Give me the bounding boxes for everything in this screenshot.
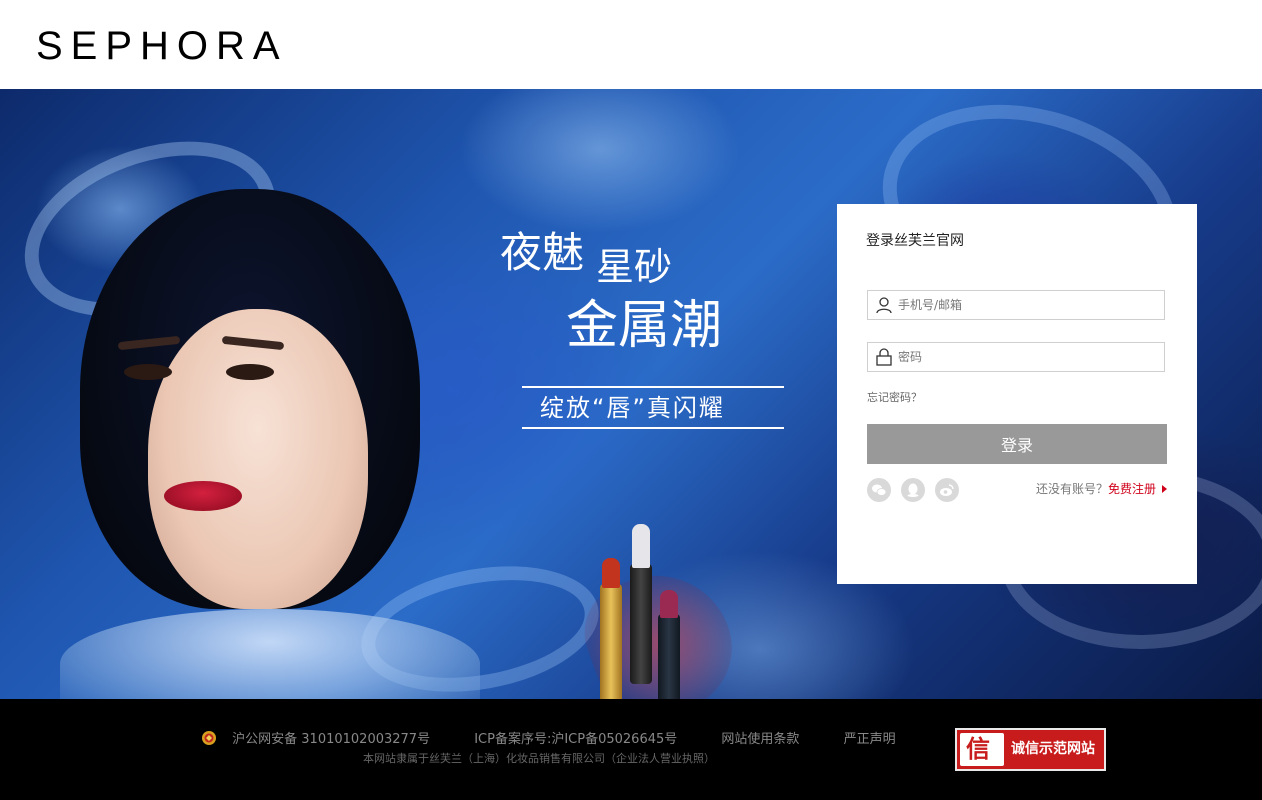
trust-mark-glyph: 信 [966,735,990,763]
sephora-logo[interactable]: SEPHORA [36,24,288,68]
login-button[interactable]: 登录 [867,424,1167,464]
wechat-login-button[interactable] [867,478,891,502]
police-badge-icon [202,731,216,745]
weibo-icon [940,484,954,496]
weibo-login-button[interactable] [935,478,959,502]
register-prompt: 还没有账号？免费注册 [1036,481,1167,497]
lipstick-navy [658,590,680,699]
no-account-text: 还没有账号？ [1035,482,1108,496]
forgot-password-link[interactable]: 忘记密码？ [867,391,922,405]
icp-record-link[interactable]: ICP备案序号:沪ICP备05026645号 [474,731,677,749]
trust-badge-label: 诚信示范网站 [1011,741,1095,757]
site-header: SEPHORA [0,0,1262,89]
model-eye [226,364,274,380]
lock-icon [876,348,892,366]
wechat-icon [872,484,887,496]
login-title: 登录丝芙兰官网 [866,233,964,249]
trust-website-badge[interactable]: 信 诚信示范网站 [955,728,1106,771]
phone-email-field[interactable] [867,290,1165,320]
model-water [60,609,480,699]
arrow-right-icon [1162,485,1167,493]
register-link[interactable]: 免费注册 [1108,482,1156,496]
trust-logo-icon: 信 [960,733,1004,766]
campaign-line1a: 夜魅 [500,228,585,277]
password-field[interactable] [867,342,1165,372]
campaign-headline: 金属潮 [566,296,723,356]
model-lips [164,481,242,511]
qq-login-button[interactable] [901,478,925,502]
police-record-link[interactable]: 沪公网安备 31010102003277号 [232,731,430,749]
user-icon [876,297,892,314]
campaign-divider [522,386,784,388]
lipstick-black [630,524,652,684]
phone-email-input[interactable] [898,291,1160,319]
campaign-divider [522,427,784,429]
campaign-tagline: 绽放“唇”真闪耀 [540,394,725,422]
model-face [148,309,368,609]
password-input[interactable] [898,343,1160,371]
statement-link[interactable]: 严正声明 [844,731,896,749]
qq-icon [907,483,919,497]
footer-links: 沪公网安备 31010102003277号 ICP备案序号:沪ICP备05026… [200,730,936,748]
company-info: 本网站隶属于丝芙兰（上海）化妆品销售有限公司（企业法人营业执照） [363,752,715,765]
lipstick-product-image [570,524,750,699]
login-panel: 登录丝芙兰官网 忘记密码？ 登录 [837,204,1197,584]
site-footer: 沪公网安备 31010102003277号 ICP备案序号:沪ICP备05026… [0,699,1262,800]
campaign-line1b: 星砂 [596,245,673,289]
model-eye [124,364,172,380]
model-image [60,189,480,699]
terms-link[interactable]: 网站使用条款 [721,731,799,749]
lipstick-gold [600,558,622,699]
